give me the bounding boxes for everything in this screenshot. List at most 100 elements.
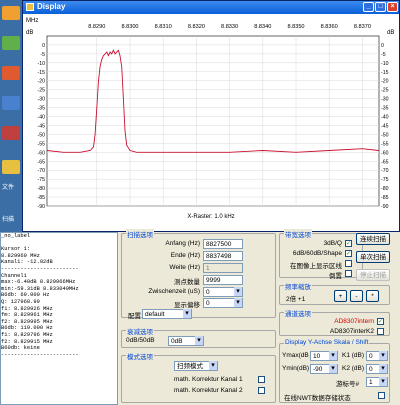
korrektur-1-label: math. Korrektur Kanal 1 (174, 376, 243, 383)
zoom-reset-button[interactable]: * (366, 290, 379, 302)
stop-scan-button[interactable]: 停止扫描 (356, 269, 390, 281)
start-frequency-input[interactable]: 8827500 (203, 239, 243, 249)
opt-invert-checkbox[interactable] (345, 270, 352, 277)
spectrum-data-point (79, 152, 81, 153)
x-axis-label: X-Raster: 1.0 kHz (187, 214, 234, 220)
continuous-scan-button[interactable]: 连续扫描 (356, 233, 390, 245)
single-scan-button[interactable]: 单次扫描 (356, 251, 390, 263)
points-input[interactable]: 9999 (203, 275, 243, 285)
spectrum-data-point (99, 66, 101, 67)
desktop-app-icon[interactable] (2, 6, 20, 20)
config-select[interactable]: default (142, 309, 192, 319)
spectrum-data-point (378, 150, 380, 151)
y-tick-label-left: -80 (38, 186, 46, 192)
y-tick-label-right: -40 (381, 115, 389, 121)
desktop-app-icon[interactable] (2, 126, 20, 140)
y-tick-label-right: -55 (381, 141, 389, 147)
spectrum-data-point (93, 146, 94, 148)
ymax-select[interactable]: 10 (310, 351, 338, 361)
x-tick-label: 8.8370 (354, 24, 371, 30)
y-tick-label-right: -20 (381, 79, 389, 85)
title-bar[interactable]: Display _ □ × (23, 1, 399, 14)
spectrum-data-point (126, 144, 127, 146)
log-line: f2: 8.829995 MHz (1, 318, 53, 325)
spectrum-data-point (162, 152, 164, 153)
y-tick-label-right: 0 (381, 43, 384, 49)
marker-select[interactable]: 1 (366, 377, 388, 387)
spectrum-data-point (229, 152, 230, 153)
korrektur-2-checkbox[interactable] (258, 387, 265, 394)
y-tick-label-left: -40 (38, 115, 46, 121)
log-line: max:-6.40dB 8.829966MHz (1, 279, 76, 286)
log-line: f1: 8.829926 MHz (1, 305, 53, 312)
minimize-button[interactable]: _ (363, 2, 374, 12)
desktop-label: 扫描 (2, 217, 15, 223)
zoom-factor-label: 2倍 +1 (286, 296, 306, 303)
opt-show-lines-label: 在图像上显示区线 (290, 263, 342, 270)
opt-6db-label: 6dB/60dB/Shape (292, 250, 342, 257)
log-line: ------------------------ (1, 265, 79, 272)
y-tick-label-left: -60 (38, 150, 46, 156)
desktop-app-icon[interactable] (2, 96, 20, 110)
desktop-app-icon[interactable] (2, 160, 20, 174)
spectrum-data-point (136, 152, 137, 153)
log-line: _no_label (1, 233, 31, 239)
x-tick-label: 8.8330 (221, 24, 238, 30)
spectrum-data-point (46, 150, 48, 151)
attenuation-select[interactable]: 0dB (168, 336, 204, 346)
k2-select[interactable]: 0 (366, 364, 388, 374)
mode-select[interactable]: 扫频模式 (174, 361, 218, 371)
end-frequency-input[interactable]: 8837498 (203, 251, 243, 261)
close-button[interactable]: × (387, 2, 398, 12)
channel-options-group: 通道选项 AD8307intern ✓ AD8307interK2 (279, 308, 390, 336)
x-tick-label: 8.8290 (88, 24, 105, 30)
log-line: 8.829960 MHz (1, 252, 40, 259)
channel-2-checkbox[interactable] (377, 328, 384, 335)
window-title: Display (37, 2, 66, 11)
desktop-label: 文件 (2, 185, 15, 191)
y-tick-label-left: -90 (38, 204, 46, 210)
interval-select[interactable]: 0 (203, 287, 243, 297)
save-status-label: 在线NWT数据存储状态 (284, 395, 351, 402)
channel-2-label: AD8307interK2 (329, 328, 374, 335)
spectrum-data-point (362, 148, 363, 149)
frequency-zoom-title: 频率缩放 (284, 281, 312, 291)
y-tick-label-left: 0 (42, 43, 45, 49)
spectrum-plot-area[interactable]: 0 0 -5 -5 -10 -10 -15 -15 -20 -20 -25 -25 -30 -30 -35 -… (23, 14, 399, 231)
desktop-background: 文件 扫描 (0, 0, 24, 230)
opt-show-lines-checkbox[interactable] (345, 260, 352, 267)
y-tick-label-left: -45 (38, 123, 46, 129)
spectrum-data-point (121, 66, 122, 67)
zoom-out-button[interactable]: - (350, 290, 363, 302)
log-line: Q: 127960.99 (1, 298, 40, 305)
display-y-axis-group: Display Y-Achse Skala / Shift Ymax(dB 10… (279, 339, 390, 403)
y-tick-label-right: -25 (381, 88, 389, 94)
opt-3db-label: 3dB/Q (323, 240, 342, 247)
opt-invert-label: 倒置 (329, 273, 342, 280)
maximize-button[interactable]: □ (375, 2, 386, 12)
k1-select[interactable]: 0 (366, 351, 388, 361)
opt-3db-checkbox[interactable]: ✓ (345, 240, 352, 247)
measurement-log[interactable]: _no_label Kursor 1: 8.829960 MHz Kanal1: -1… (0, 232, 118, 405)
y-tick-label-left: -10 (38, 61, 46, 67)
korrektur-1-checkbox[interactable] (258, 376, 265, 383)
spectrum-chart[interactable]: 0 0 -5 -5 -10 -10 -15 -15 -20 -20 -25 -25 -30 -30 -35 -… (23, 14, 399, 231)
y-tick-label-right: -30 (381, 97, 389, 103)
spectrum-data-point (96, 107, 98, 108)
spectrum-data-point (101, 59, 103, 60)
ymin-select[interactable]: -90 (310, 364, 338, 374)
sweep-options-group: 扫描选项 Anfang (Hz) 8827500 Ende (Hz) 88374… (121, 229, 276, 320)
y-tick-label-left: -55 (38, 141, 46, 147)
spectrum-data-point (196, 152, 197, 153)
desktop-app-icon[interactable] (2, 36, 20, 50)
y-tick-label-right: -45 (381, 123, 389, 129)
desktop-app-icon[interactable] (2, 66, 20, 80)
channel-1-checkbox[interactable]: ✓ (377, 318, 384, 325)
zoom-in-button[interactable]: + (334, 290, 347, 302)
y-unit-label-left: dB (26, 30, 33, 36)
k2-label: K2 (dB) (342, 365, 365, 372)
marker-label: 游标号# (336, 381, 360, 388)
offset-select[interactable]: 0 (203, 298, 243, 308)
save-status-checkbox[interactable] (378, 392, 385, 399)
opt-6db-checkbox[interactable]: ✓ (345, 250, 352, 257)
